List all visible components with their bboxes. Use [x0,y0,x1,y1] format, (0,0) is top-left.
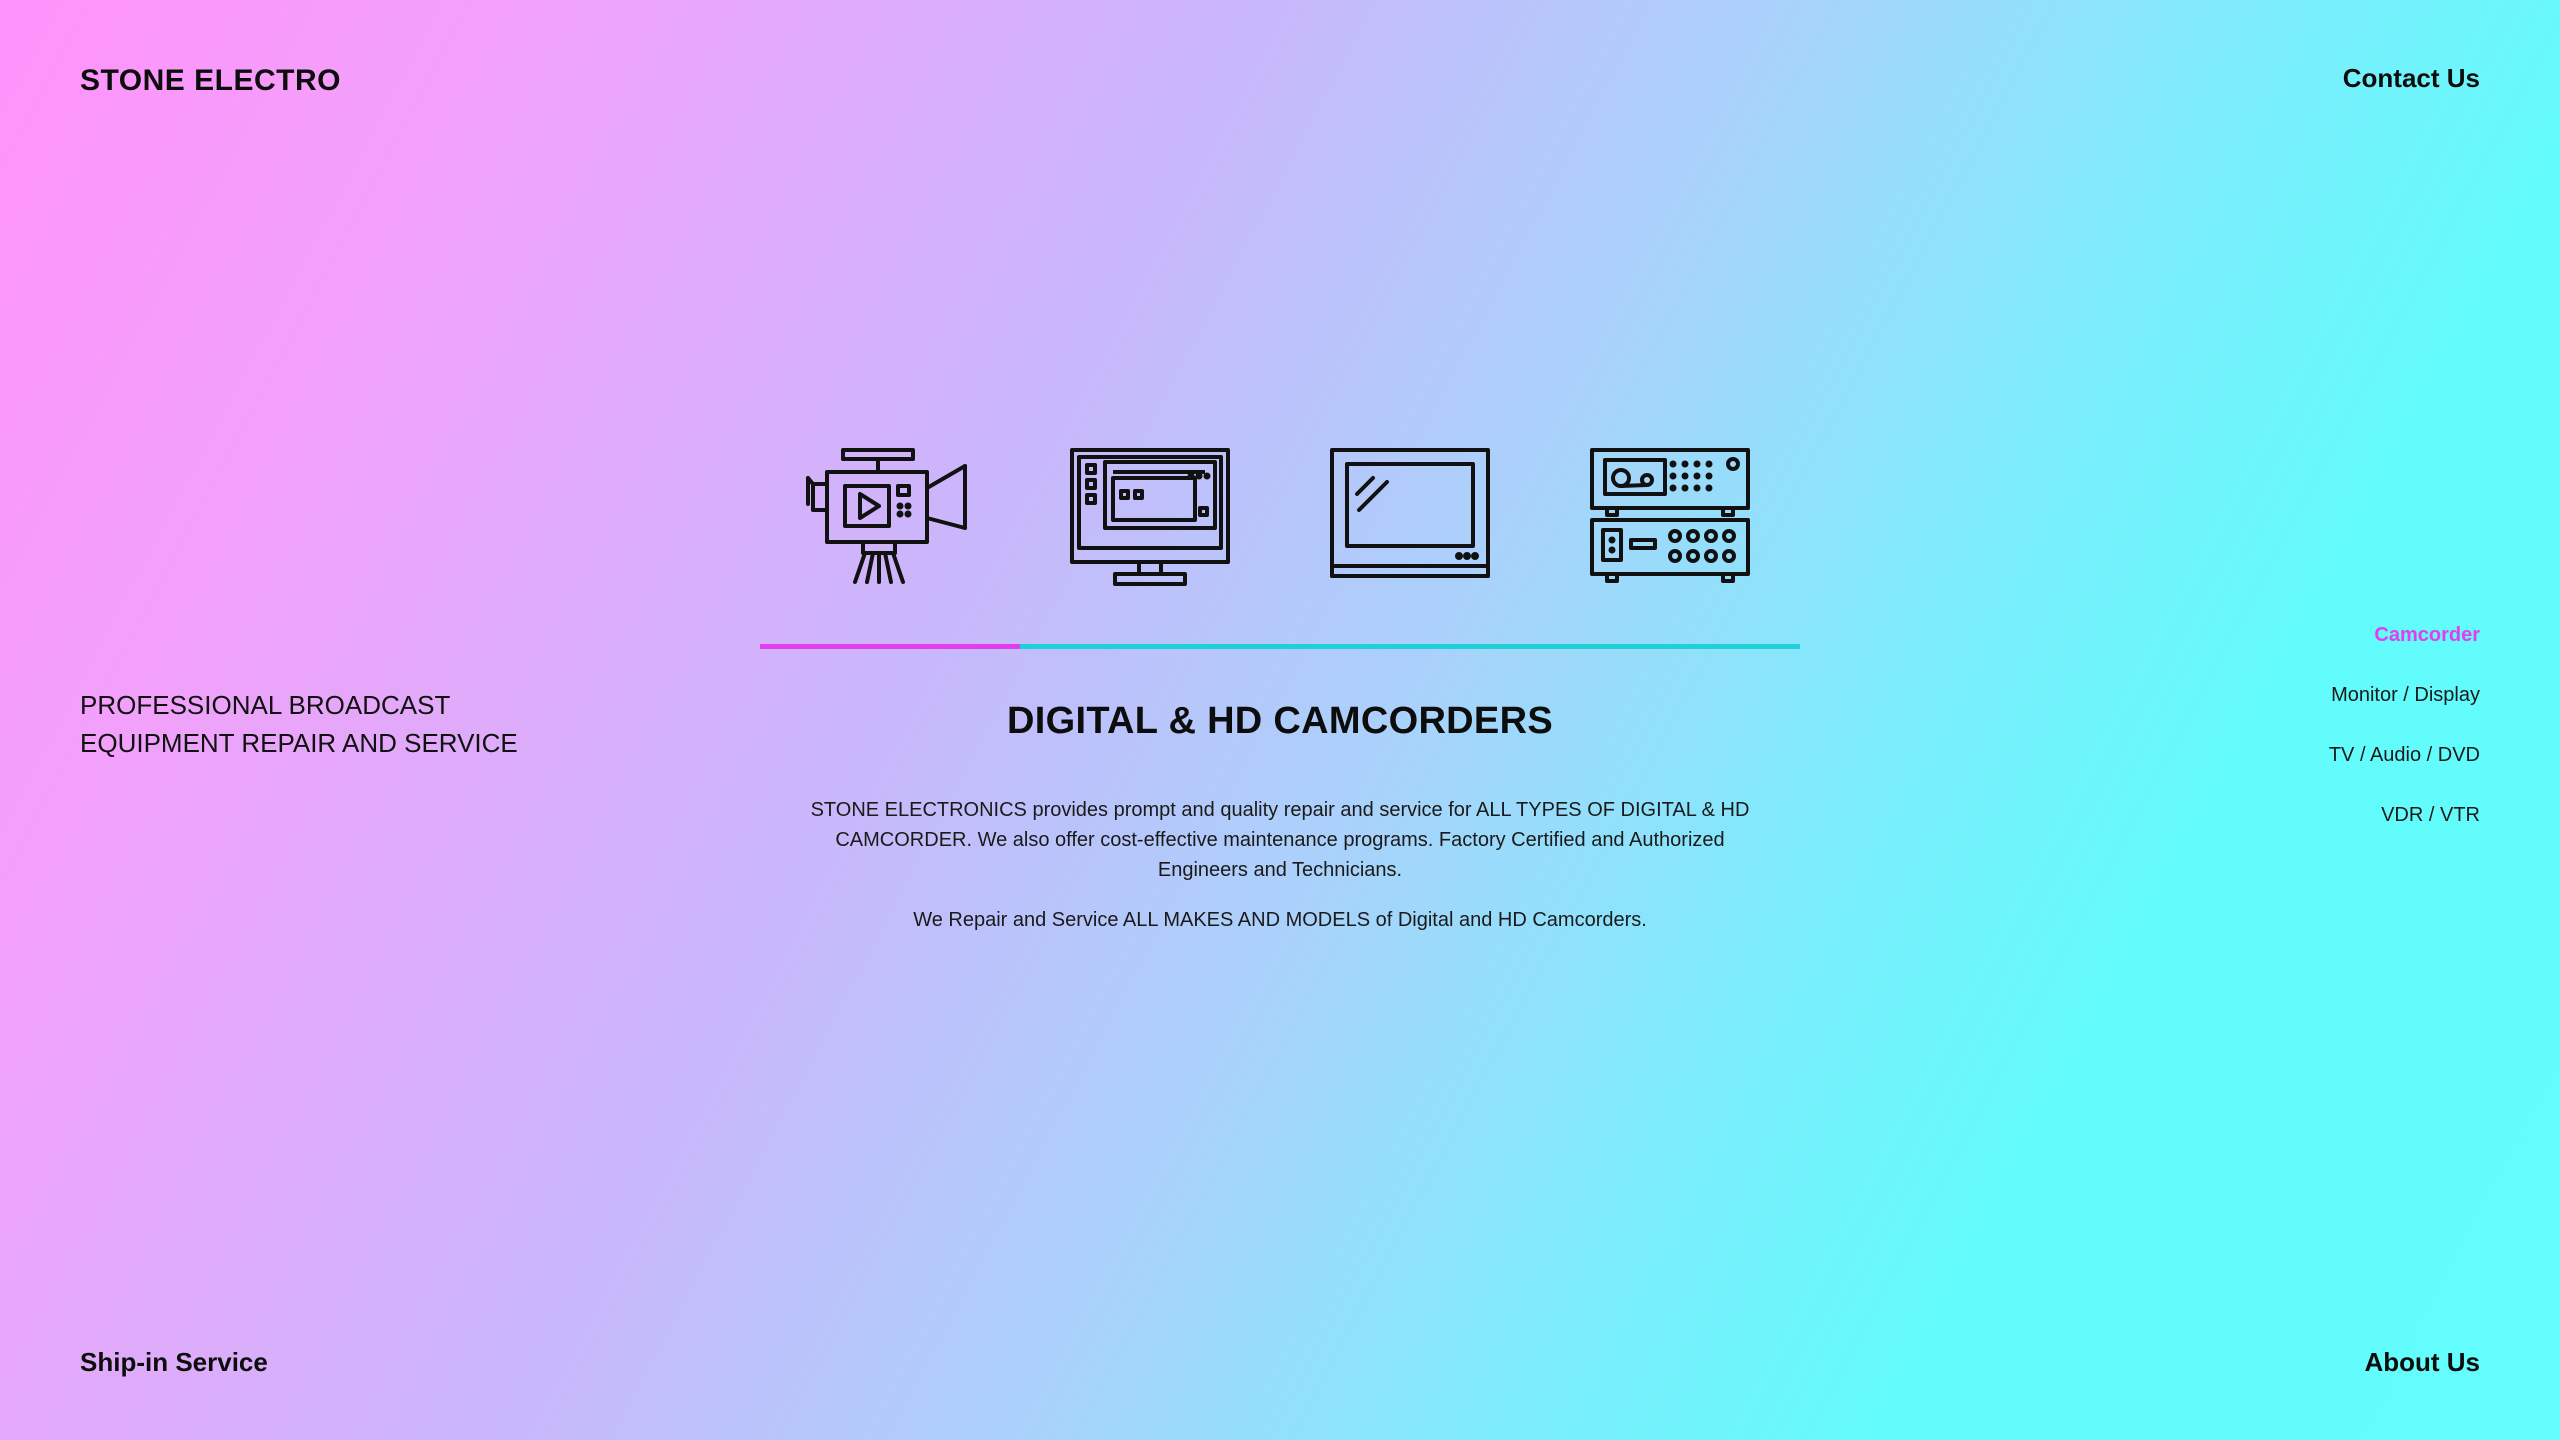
tv-icon[interactable] [1325,448,1495,588]
category-progress-active [760,644,1020,649]
vcr-deck-icon[interactable] [1585,448,1755,588]
category-nav: Camcorder Monitor / Display TV / Audio /… [2329,620,2480,860]
ship-in-service-link[interactable]: Ship-in Service [80,1347,268,1378]
category-makes-models: We Repair and Service ALL MAKES AND MODE… [913,909,1647,931]
tagline-line-1: PROFESSIONAL BROADCAST [80,690,451,720]
contact-us-link[interactable]: Contact Us [2343,63,2480,94]
category-description: STONE ELECTRONICS provides prompt and qu… [810,799,1750,881]
about-us-link[interactable]: About Us [2364,1347,2480,1378]
tagline-line-2: EQUIPMENT REPAIR AND SERVICE [80,728,518,758]
nav-item-camcorder[interactable]: Camcorder [2329,620,2480,650]
nav-item-tv-audio-dvd[interactable]: TV / Audio / DVD [2329,740,2480,770]
nav-item-monitor-display[interactable]: Monitor / Display [2329,680,2480,710]
nav-item-vdr-vtr[interactable]: VDR / VTR [2329,800,2480,830]
monitor-icon[interactable] [1065,448,1235,588]
brand-logo[interactable]: STONE ELECTRO [80,64,341,98]
category-content: DIGITAL & HD CAMCORDERS STONE ELECTRONIC… [810,700,1750,935]
category-title: DIGITAL & HD CAMCORDERS [1007,700,1553,742]
tagline: PROFESSIONAL BROADCAST EQUIPMENT REPAIR … [80,686,518,762]
category-icons [760,448,1800,588]
camcorder-icon[interactable] [805,448,975,588]
category-progress-bar [760,644,1800,649]
